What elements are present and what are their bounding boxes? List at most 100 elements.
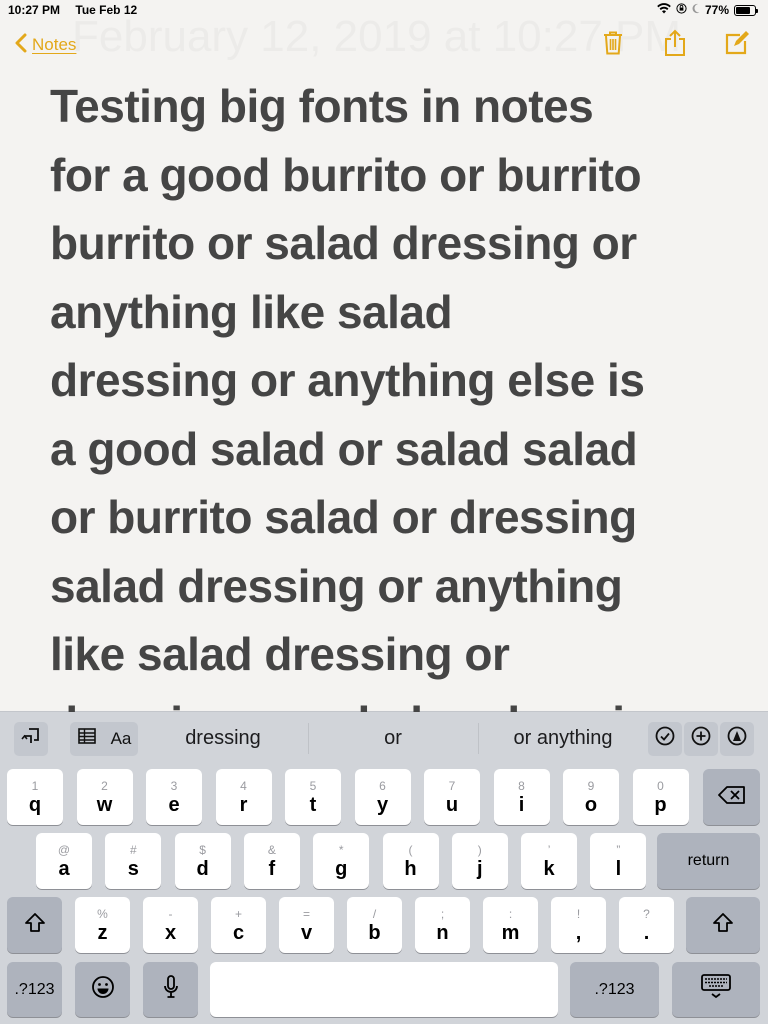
add-button[interactable] (684, 721, 718, 756)
key-j[interactable]: ) j (451, 833, 508, 889)
key-n[interactable]: ; n (415, 897, 470, 953)
key-label: c (232, 922, 245, 944)
key-h[interactable]: (h (382, 833, 439, 889)
note-body[interactable]: Testing big fonts in notes for a good bur… (50, 72, 740, 712)
emoji-icon (91, 975, 115, 1004)
numbers-label: .?123 (14, 980, 55, 998)
keyboard-dismiss-icon (701, 974, 731, 1005)
key-alt-label: 3 (170, 779, 178, 793)
checklist-button[interactable] (648, 721, 682, 756)
share-icon (664, 29, 686, 62)
key-c[interactable]: + c (211, 897, 266, 953)
table-icon (78, 728, 96, 749)
status-left: 10:27 PM Tue Feb 12 (8, 3, 149, 17)
key-r[interactable]: 4r (215, 769, 272, 825)
dictation-key[interactable] (143, 962, 198, 1017)
key-t[interactable]: 5t (285, 769, 341, 825)
back-label: Notes (32, 35, 77, 54)
trash-icon (602, 30, 624, 61)
emoji-key[interactable] (75, 962, 130, 1017)
delete-key[interactable] (703, 769, 760, 825)
dismiss-keyboard-key[interactable] (672, 962, 760, 1017)
numbers-label-right: .?123 (594, 980, 635, 998)
key-label: s (127, 858, 139, 880)
key-alt-label: : (508, 907, 513, 921)
note-line: salad dressing or anything (50, 559, 623, 612)
key-x[interactable]: -x (143, 897, 198, 953)
back-button[interactable]: Notes (14, 33, 76, 58)
key-y[interactable]: 6y (354, 769, 411, 825)
key-d[interactable]: $ d (174, 833, 231, 889)
markup-button[interactable] (720, 721, 754, 756)
key-e[interactable]: 3e (146, 769, 202, 825)
status-bar: 10:27 PM Tue Feb 12 77% (0, 0, 768, 20)
format-text-button[interactable]: Aa (104, 721, 138, 756)
key-alt-label: ; (440, 907, 445, 921)
suggestion-1[interactable]: dressing (138, 727, 308, 750)
key-v[interactable]: = v (279, 897, 334, 953)
compose-button[interactable] (724, 30, 750, 61)
key-f[interactable]: & f (243, 833, 300, 889)
key-label: a (58, 858, 70, 880)
key-label: n (436, 922, 449, 944)
key-k[interactable]: ’ k (521, 833, 578, 889)
format-text-icon: Aa (110, 728, 132, 748)
markup-icon (727, 726, 747, 751)
note-line: a good salad or salad salad (50, 422, 638, 475)
key-label: e (168, 794, 180, 816)
key-alt-label: 9 (587, 779, 595, 793)
key-alt-label: 8 (518, 779, 525, 793)
numbers-key-left[interactable]: .?123 (7, 962, 62, 1017)
key-alt-label: ’ (547, 843, 551, 857)
undo-button[interactable] (14, 721, 48, 756)
key-alt-label: ” (616, 843, 621, 857)
shift-icon (24, 912, 46, 939)
key-label: q (28, 794, 42, 816)
key-period[interactable]: ?. (619, 897, 674, 953)
key-alt-label: 4 (240, 779, 247, 793)
nav-bar: Notes (0, 22, 768, 68)
table-button[interactable] (70, 721, 104, 756)
suggestion-2[interactable]: or (308, 723, 478, 754)
space-key[interactable] (210, 962, 558, 1017)
key-i[interactable]: 8i (493, 769, 550, 825)
key-a[interactable]: @ a (36, 833, 92, 889)
shift-key-right[interactable] (686, 897, 760, 953)
note-line: like salad dressing or (50, 628, 510, 680)
key-z[interactable]: % z (75, 897, 130, 953)
key-g[interactable]: * g (313, 833, 370, 889)
key-alt-label: $ (199, 843, 206, 857)
status-right: 77% (657, 3, 758, 17)
key-label: f (268, 858, 276, 880)
key-u[interactable]: 7u (424, 769, 480, 825)
key-b[interactable]: / b (347, 897, 402, 953)
key-s[interactable]: # s (105, 833, 162, 889)
checklist-icon (655, 726, 675, 751)
key-label: j (477, 858, 483, 880)
key-q[interactable]: 1q (7, 769, 63, 825)
shift-key-left[interactable] (7, 897, 62, 953)
key-label: o (584, 794, 598, 816)
key-alt-label: 6 (379, 779, 386, 793)
key-label: v (300, 922, 313, 944)
numbers-key-right[interactable]: .?123 (570, 962, 659, 1017)
trash-button[interactable] (600, 31, 626, 59)
note-line: for a good burrito or burrito (50, 148, 642, 201)
key-o[interactable]: 9o (563, 769, 619, 825)
key-alt-label: 0 (657, 779, 664, 793)
key-label: m (501, 922, 520, 944)
return-key[interactable]: return (657, 833, 760, 889)
orientation-lock-icon (676, 3, 687, 17)
compose-icon (724, 30, 750, 61)
key-w[interactable]: 2w (76, 769, 133, 825)
note-line: Testing big fonts in notes (50, 80, 594, 132)
key-p[interactable]: 0p (632, 769, 689, 825)
key-m[interactable]: :m (483, 897, 538, 953)
battery-percent: 77% (704, 3, 729, 17)
share-button[interactable] (662, 29, 688, 62)
key-label: y (376, 794, 389, 816)
suggestion-3[interactable]: or anything (478, 723, 648, 754)
key-l[interactable]: ” l (590, 833, 647, 889)
suggestions: dressing or or anything (138, 712, 648, 765)
key-comma[interactable]: !, (551, 897, 606, 953)
